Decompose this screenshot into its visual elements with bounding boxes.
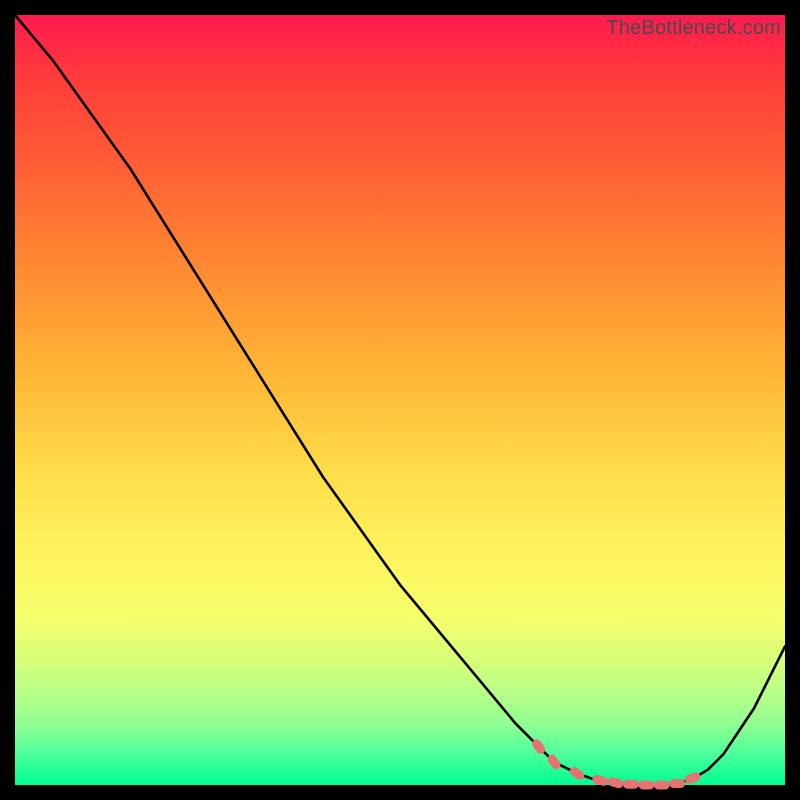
chart-canvas: TheBottleneck.com <box>0 0 800 800</box>
highlight-dot <box>669 779 685 788</box>
highlight-dots <box>530 737 701 789</box>
highlight-dot <box>638 781 654 790</box>
highlight-dot <box>607 776 625 789</box>
curve-svg <box>15 15 785 785</box>
highlight-dot <box>591 774 609 787</box>
plot-area: TheBottleneck.com <box>15 15 785 785</box>
highlight-dot <box>623 780 639 789</box>
highlight-dot <box>684 771 702 785</box>
highlight-dot <box>654 781 670 790</box>
highlight-dot <box>568 765 586 782</box>
bottleneck-curve-line <box>15 15 785 785</box>
